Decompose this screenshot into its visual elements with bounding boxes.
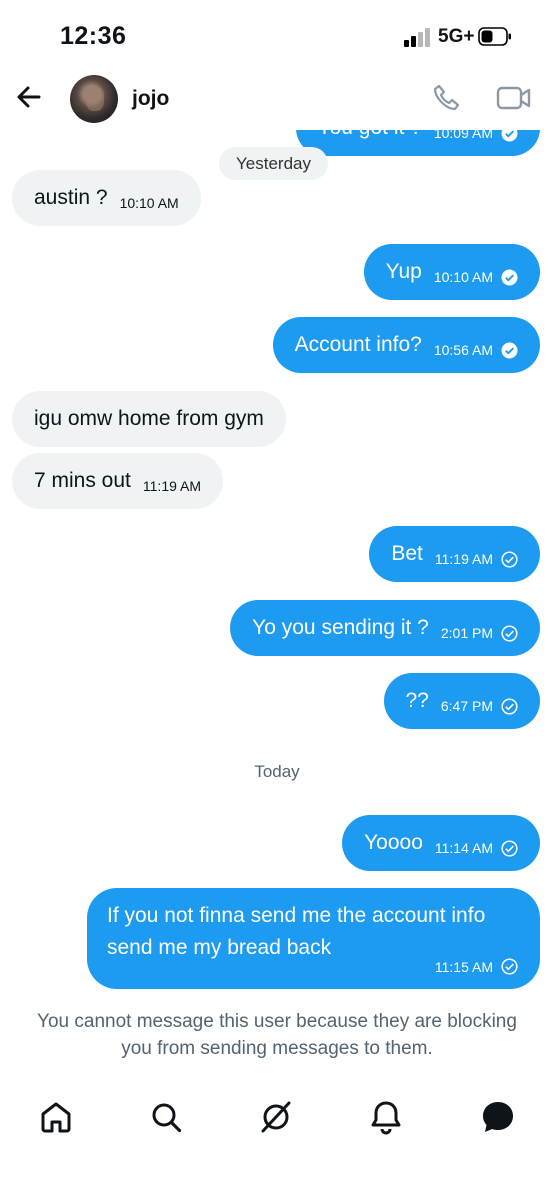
message-text: Bet — [391, 542, 423, 565]
blocked-notice: You cannot message this user because the… — [37, 1011, 517, 1059]
search-icon[interactable] — [146, 1097, 186, 1137]
notifications-icon[interactable] — [366, 1097, 406, 1137]
message-time: 11:14 AM — [434, 840, 493, 856]
message-text: Account info? — [294, 333, 422, 356]
message-bubble-incoming[interactable]: 7 mins out 11:19 AM — [12, 453, 224, 509]
conversation-thread[interactable]: You got it ? 10:09 AM Yesterday austin ?… — [0, 0, 554, 1000]
sent-check-icon — [501, 839, 518, 857]
sent-check-icon — [501, 624, 518, 642]
message-bubble-incoming[interactable]: igu omw home from gym — [12, 391, 286, 447]
message-time: 11:15 AM — [434, 958, 493, 975]
sent-check-icon — [501, 697, 518, 715]
video-call-icon[interactable] — [496, 82, 532, 114]
message-text: If you not finna send me the account inf… — [107, 904, 486, 959]
read-receipt-icon — [501, 269, 518, 285]
messages-icon[interactable] — [478, 1097, 518, 1137]
message-text: Yo you sending it ? — [252, 616, 429, 639]
message-text: austin ? — [34, 186, 108, 209]
home-icon[interactable] — [36, 1097, 76, 1137]
date-separator-today: Today — [254, 762, 300, 781]
message-text: igu omw home from gym — [34, 407, 264, 430]
message-bubble-outgoing[interactable]: Yup 10:10 AM — [363, 244, 540, 300]
message-time: 10:10 AM — [433, 269, 493, 285]
back-arrow-icon[interactable] — [12, 80, 46, 114]
message-time: 6:47 PM — [440, 698, 493, 714]
read-receipt-icon — [501, 342, 518, 358]
message-bubble-outgoing[interactable]: If you not finna send me the account inf… — [87, 888, 540, 989]
date-separator-yesterday: Yesterday — [219, 147, 328, 180]
message-time: 2:01 PM — [440, 625, 493, 641]
message-bubble-outgoing[interactable]: Bet 11:19 AM — [369, 526, 540, 582]
contact-avatar[interactable] — [70, 75, 118, 123]
message-text: Yoooo — [364, 831, 423, 854]
sent-check-icon — [501, 550, 518, 568]
bottom-navigation — [0, 1085, 554, 1149]
sent-check-icon — [501, 958, 518, 975]
message-bubble-incoming[interactable]: austin ? 10:10 AM — [12, 170, 201, 226]
phone-call-icon[interactable] — [430, 82, 462, 114]
message-bubble-outgoing[interactable]: Account info? 10:56 AM — [272, 317, 540, 373]
message-text: 7 mins out — [34, 469, 131, 492]
message-text: Yup — [385, 260, 422, 283]
message-time: 11:19 AM — [142, 478, 202, 494]
conversation-header: jojo — [0, 70, 554, 130]
message-bubble-outgoing[interactable]: Yoooo 11:14 AM — [342, 815, 540, 871]
message-bubble-outgoing[interactable]: Yo you sending it ? 2:01 PM — [230, 600, 540, 656]
message-time: 11:19 AM — [434, 551, 493, 567]
grok-icon[interactable] — [256, 1097, 296, 1137]
message-bubble-outgoing[interactable]: ?? 6:47 PM — [383, 673, 540, 729]
message-text: ?? — [405, 689, 429, 712]
contact-name[interactable]: jojo — [132, 87, 169, 111]
message-time: 10:56 AM — [433, 342, 493, 358]
message-time: 10:10 AM — [119, 195, 179, 211]
